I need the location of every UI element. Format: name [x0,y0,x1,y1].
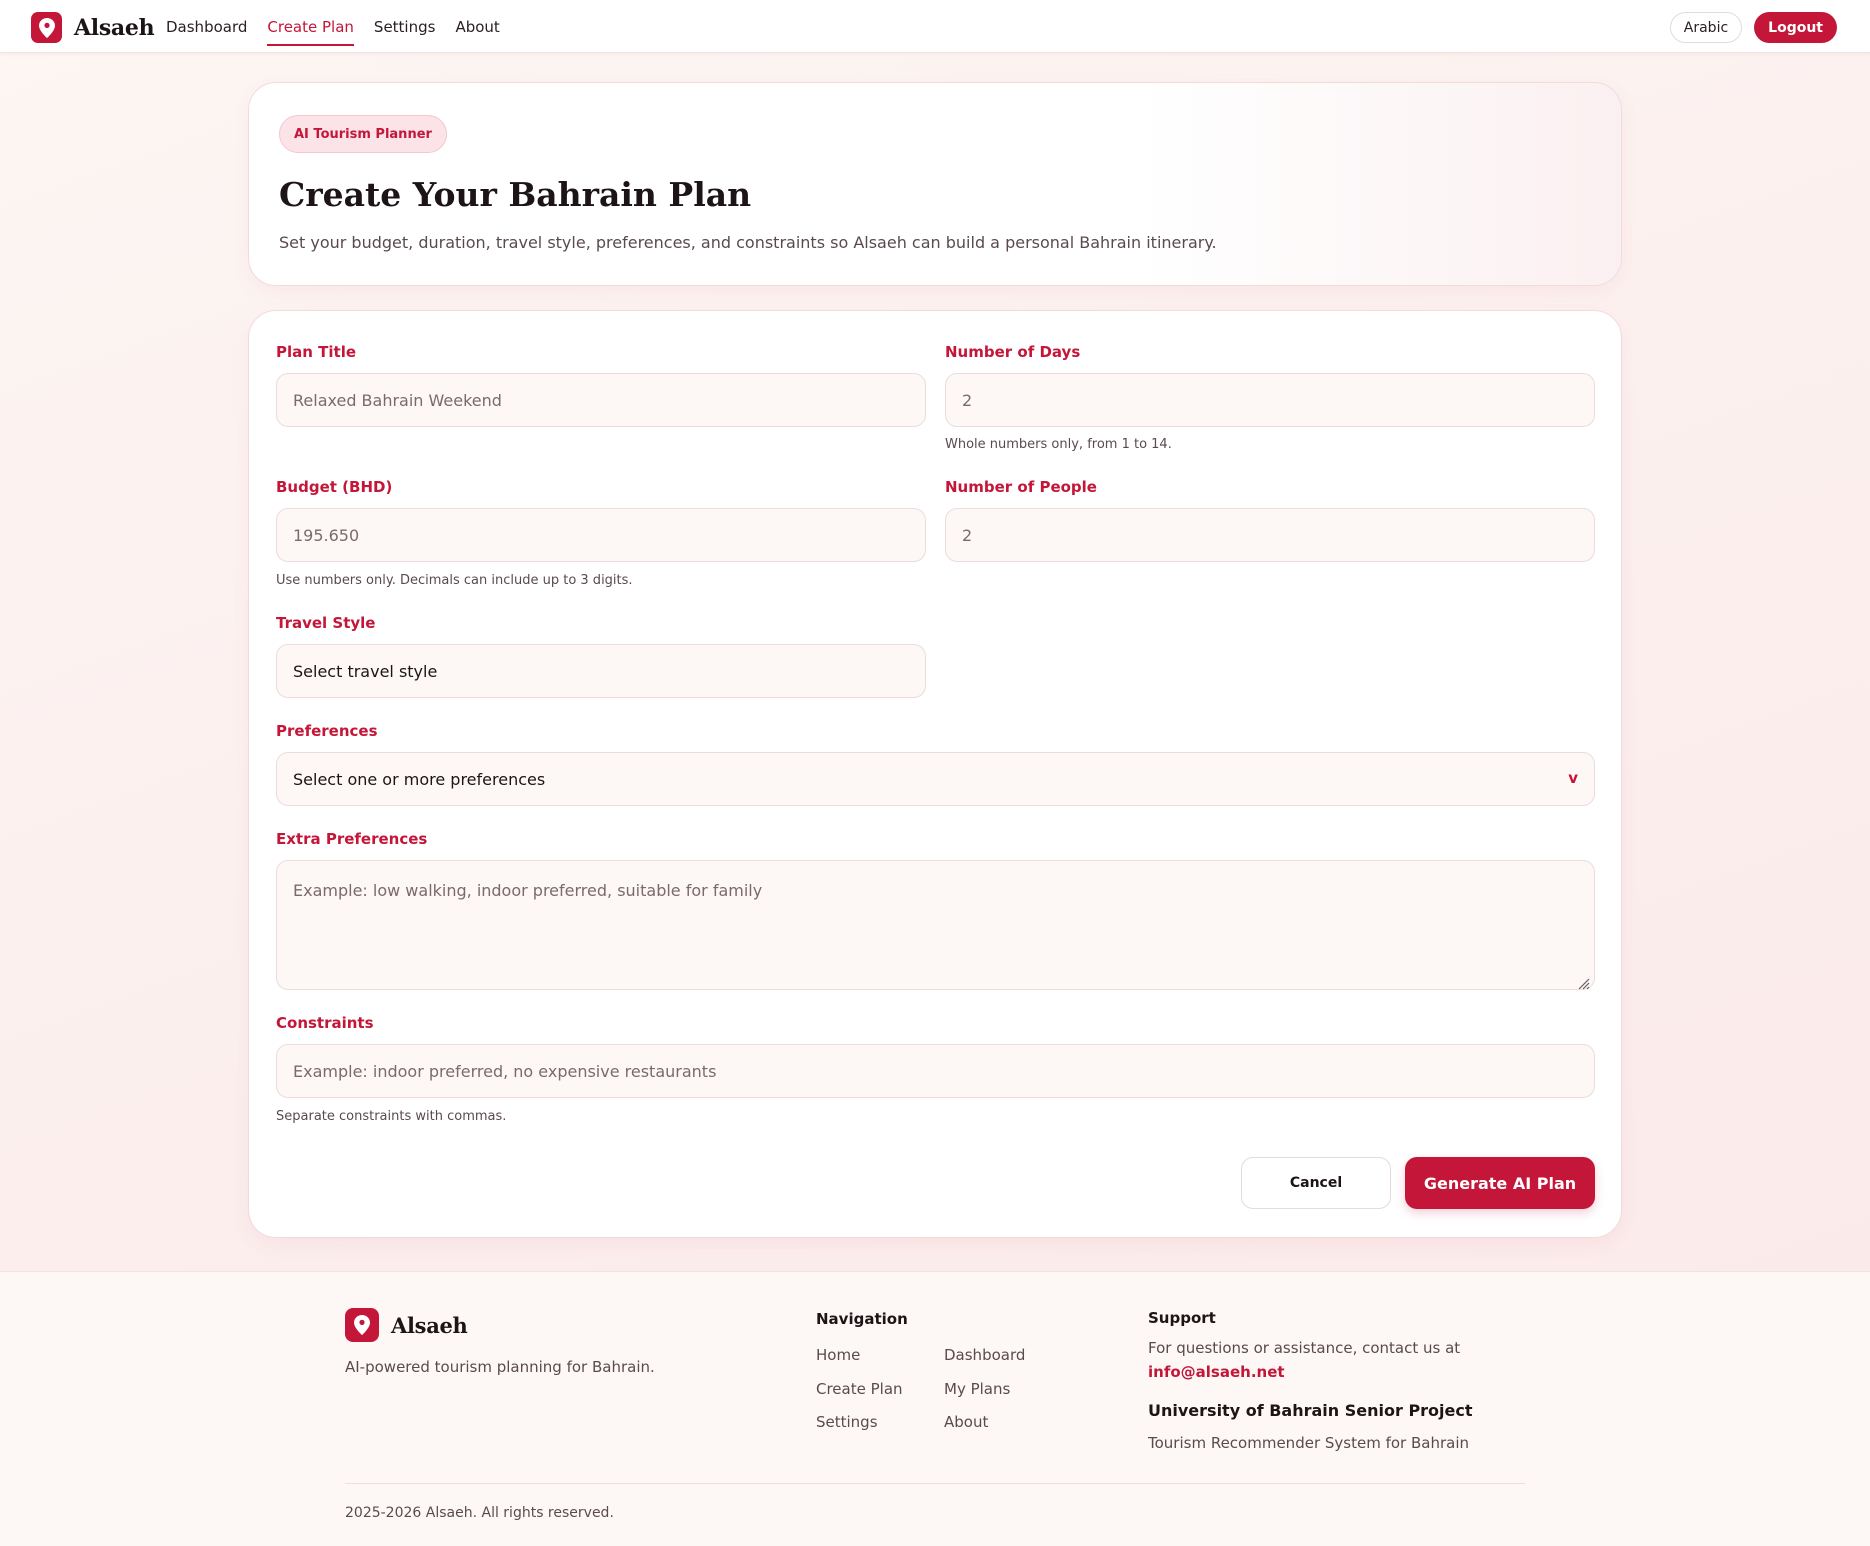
footer-link-about[interactable]: About [944,1413,988,1431]
nav-create-plan[interactable]: Create Plan [267,0,354,53]
constraints-input[interactable] [276,1044,1595,1098]
extra-preferences-label: Extra Preferences [276,830,428,848]
resize-grip-icon[interactable] [1576,975,1590,990]
project-subtitle: Tourism Recommender System for Bahrain [1148,1434,1469,1452]
footer-tagline: AI-powered tourism planning for Bahrain. [345,1358,655,1376]
logout-button[interactable]: Logout [1754,12,1837,43]
footer-link-create-plan[interactable]: Create Plan [816,1380,903,1398]
footer-link-my-plans[interactable]: My Plans [944,1380,1010,1398]
extra-preferences-textarea[interactable] [276,860,1595,990]
footer-support-heading: Support [1148,1309,1216,1327]
travel-style-label: Travel Style [276,614,376,632]
footer-divider [345,1483,1525,1484]
travel-style-value: Select travel style [293,661,438,681]
constraints-hint: Separate constraints with commas. [276,1109,507,1124]
page-title: Create Your Bahrain Plan [279,175,752,214]
chevron-down-icon: v [1568,769,1578,787]
page-subtitle: Set your budget, duration, travel style,… [279,233,1217,252]
constraints-label: Constraints [276,1014,374,1032]
plan-form: Plan Title Number of Days Whole numbers … [248,310,1622,1238]
plan-title-input[interactable] [276,373,926,427]
footer-brand[interactable]: Alsaeh [345,1308,468,1342]
days-label: Number of Days [945,343,1081,361]
hero-card: AI Tourism Planner Create Your Bahrain P… [248,82,1622,286]
brand-name: Alsaeh [74,14,155,41]
planner-badge: AI Tourism Planner [279,115,447,153]
language-toggle-button[interactable]: Arabic [1669,12,1743,43]
support-email-link[interactable]: info@alsaeh.net [1148,1363,1285,1381]
preferences-label: Preferences [276,722,378,740]
site-footer: Alsaeh AI-powered tourism planning for B… [0,1271,1870,1546]
nav-settings[interactable]: Settings [374,0,436,53]
main-nav: Dashboard Create Plan Settings About [166,0,520,53]
footer-nav-heading: Navigation [816,1310,908,1328]
budget-input[interactable] [276,508,926,562]
budget-hint: Use numbers only. Decimals can include u… [276,573,633,588]
budget-label: Budget (BHD) [276,478,393,496]
copyright: 2025-2026 Alsaeh. All rights reserved. [345,1505,614,1521]
generate-plan-button[interactable]: Generate AI Plan [1405,1157,1595,1209]
footer-link-dashboard[interactable]: Dashboard [944,1346,1025,1364]
map-pin-icon [31,12,62,43]
preferences-select[interactable]: Select one or more preferences v [276,752,1595,806]
days-hint: Whole numbers only, from 1 to 14. [945,437,1172,452]
people-input[interactable] [945,508,1595,562]
plan-title-label: Plan Title [276,343,357,361]
days-input[interactable] [945,373,1595,427]
brand[interactable]: Alsaeh [31,12,155,43]
preferences-value: Select one or more preferences [293,769,546,789]
nav-actions: Arabic Logout [1669,12,1837,43]
footer-link-home[interactable]: Home [816,1346,860,1364]
project-title: University of Bahrain Senior Project [1148,1401,1473,1420]
footer-brand-name: Alsaeh [391,1312,468,1338]
cancel-button[interactable]: Cancel [1241,1157,1391,1209]
nav-about[interactable]: About [455,0,499,53]
travel-style-select[interactable]: Select travel style [276,644,926,698]
top-navbar: Alsaeh Dashboard Create Plan Settings Ab… [0,0,1870,53]
footer-link-settings[interactable]: Settings [816,1413,878,1431]
map-pin-icon [345,1308,379,1342]
nav-dashboard[interactable]: Dashboard [166,0,247,53]
support-text: For questions or assistance, contact us … [1148,1339,1461,1357]
people-label: Number of People [945,478,1097,496]
